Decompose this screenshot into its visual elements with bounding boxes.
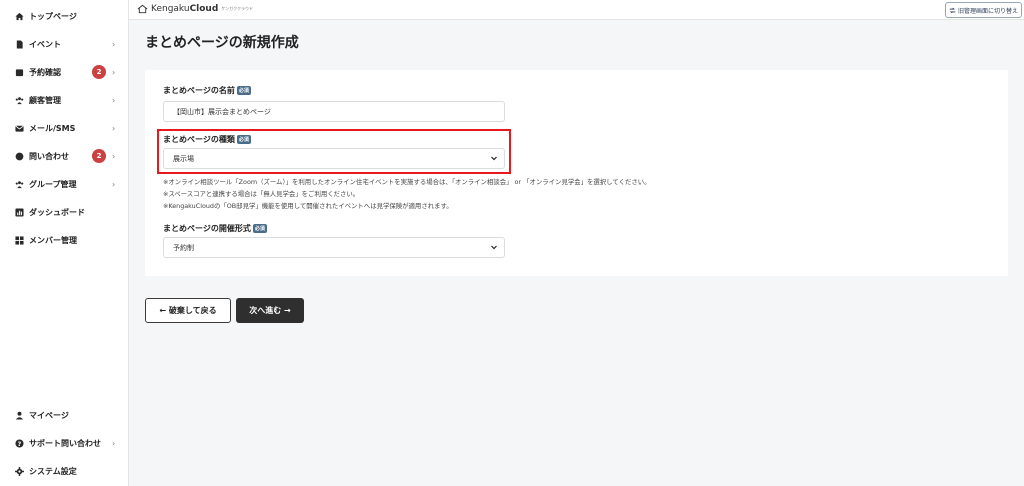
sidebar-item-label: ダッシュボード: [29, 207, 85, 217]
sidebar-item-event[interactable]: イベント ›: [0, 33, 129, 55]
calendar-icon: [14, 67, 24, 77]
sidebar-item-dashboard[interactable]: ダッシュボード: [0, 201, 129, 223]
sidebar-item-label: 予約確認: [29, 67, 61, 77]
sidebar-item-support[interactable]: ? サポート問い合わせ ›: [0, 432, 129, 454]
format-select[interactable]: 予約制: [163, 237, 505, 258]
help-icon: ?: [14, 438, 24, 448]
page-title: まとめページの新規作成: [145, 35, 299, 51]
sidebar-item-top[interactable]: トップページ: [0, 5, 129, 27]
logo-text: Kengaku: [151, 4, 190, 14]
sidebar-item-label: サポート問い合わせ: [29, 438, 101, 448]
chevron-right-icon: ›: [112, 67, 116, 77]
sidebar-item-label: 問い合わせ: [29, 151, 69, 161]
notification-badge: 2: [92, 65, 106, 79]
format-field-label: まとめページの開催形式 必須: [163, 223, 267, 234]
sidebar-item-mail[interactable]: メール/SMS ›: [0, 117, 129, 139]
svg-text:?: ?: [17, 440, 21, 447]
switch-admin-button[interactable]: 旧管理画面に切り替え: [945, 2, 1022, 18]
format-label-text: まとめページの開催形式: [163, 224, 251, 233]
logo[interactable]: Kengaku Cloud ケンガククラウド: [137, 4, 253, 14]
next-button[interactable]: 次へ進む →: [236, 298, 304, 323]
group-icon: [14, 179, 24, 189]
logo-text-strong: Cloud: [189, 4, 219, 14]
chevron-right-icon: ›: [112, 151, 116, 161]
chevron-right-icon: ›: [112, 123, 116, 133]
sidebar-item-reservation[interactable]: 予約確認 2 ›: [0, 61, 129, 83]
type-note-1: ※オンライン相談ツール「Zoom（ズーム）」を利用したオンライン住宅イベントを実…: [163, 178, 651, 186]
sidebar-item-label: トップページ: [29, 11, 77, 21]
sidebar-item-label: メンバー管理: [29, 235, 77, 245]
switch-icon: [949, 7, 956, 13]
top-bar: Kengaku Cloud ケンガククラウド 旧管理画面に切り替え: [129, 0, 1024, 20]
chat-icon: [14, 151, 24, 161]
sidebar-item-group[interactable]: グループ管理 ›: [0, 173, 129, 195]
sidebar-item-label: システム設定: [29, 466, 77, 476]
type-note-3: ※KengakuCloudの「OB邸見学」機能を使用して開催されたイベントへは見…: [163, 202, 453, 210]
discard-back-button[interactable]: ← 破棄して戻る: [145, 298, 231, 323]
highlight-box: [157, 129, 511, 174]
format-select-value: 予約制: [173, 243, 194, 252]
sidebar-item-inquiry[interactable]: 問い合わせ 2 ›: [0, 145, 129, 167]
gear-icon: [14, 466, 24, 476]
document-icon: [14, 39, 24, 49]
sidebar-item-label: グループ管理: [29, 179, 77, 189]
house-logo-icon: [137, 4, 148, 14]
required-badge: 必須: [252, 224, 267, 233]
chevron-right-icon: ›: [112, 179, 116, 189]
user-icon: [14, 410, 24, 420]
switch-admin-label: 旧管理画面に切り替え: [957, 7, 1018, 15]
grid-icon: [14, 235, 24, 245]
sidebar-item-label: 顧客管理: [29, 95, 61, 105]
required-badge: 必須: [236, 86, 251, 95]
name-input[interactable]: 【岡山市】展示会まとめページ: [163, 101, 505, 122]
chevron-right-icon: ›: [112, 39, 116, 49]
mail-icon: [14, 123, 24, 133]
type-note-2: ※スペースコアと連携する場合は「無人見学会」をご利用ください。: [163, 190, 360, 198]
sidebar-item-mypage[interactable]: マイページ: [0, 404, 129, 426]
sidebar-item-members[interactable]: メンバー管理: [0, 229, 129, 251]
sidebar: トップページ イベント › 予約確認 2 › 顧客管理 › メール/SMS › …: [0, 0, 129, 486]
sidebar-item-customers[interactable]: 顧客管理 ›: [0, 89, 129, 111]
home-icon: [14, 11, 24, 21]
name-field-label: まとめページの名前 必須: [163, 85, 251, 96]
people-icon: [14, 95, 24, 105]
sidebar-item-settings[interactable]: システム設定: [0, 460, 129, 482]
notification-badge: 2: [92, 149, 106, 163]
chevron-down-icon: [490, 243, 498, 251]
chevron-right-icon: ›: [112, 438, 116, 448]
chevron-right-icon: ›: [112, 95, 116, 105]
name-label-text: まとめページの名前: [163, 86, 235, 95]
dashboard-icon: [14, 207, 24, 217]
sidebar-item-label: イベント: [29, 39, 61, 49]
sidebar-item-label: メール/SMS: [29, 123, 76, 133]
sidebar-item-label: マイページ: [29, 410, 69, 420]
logo-subtitle: ケンガククラウド: [221, 6, 254, 11]
